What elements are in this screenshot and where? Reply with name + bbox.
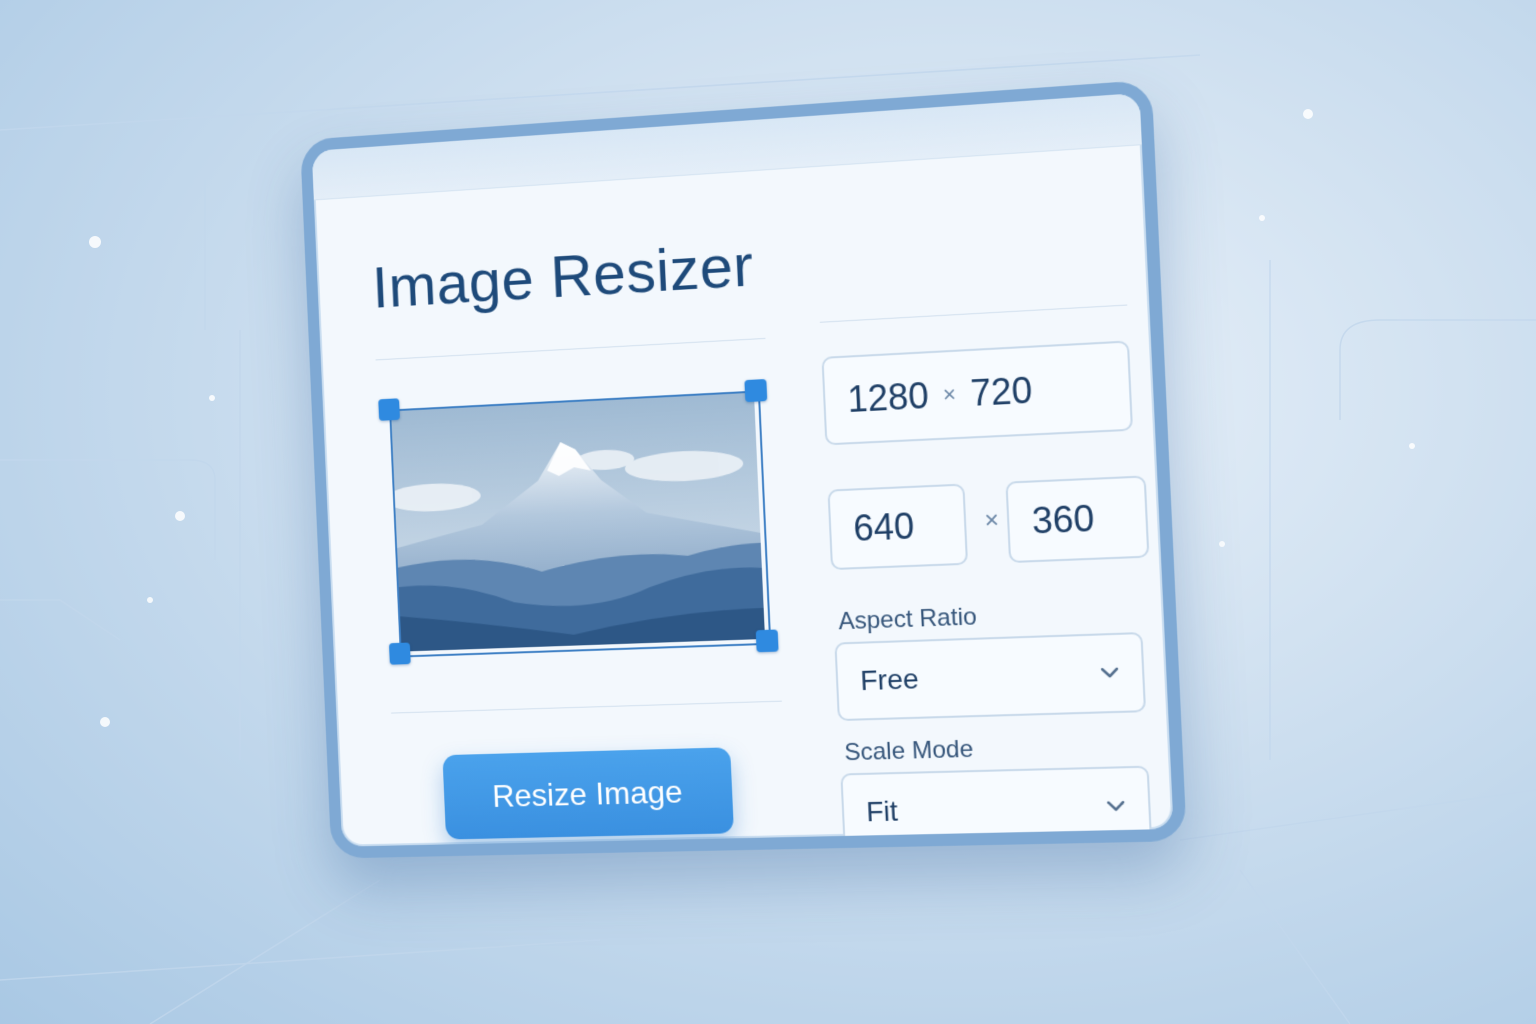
scale-mode-select[interactable]: Fit: [840, 765, 1153, 853]
image-preview[interactable]: [389, 390, 772, 658]
mountain-image: [391, 392, 766, 652]
times-icon: ×: [983, 506, 1000, 535]
height-input[interactable]: 360: [1005, 475, 1150, 564]
height-value: 360: [1031, 497, 1096, 542]
app-window: Image Resizer Resize Image 1280 × 720 64…: [299, 79, 1187, 859]
aspect-ratio-label: Aspect Ratio: [837, 603, 978, 636]
scale-mode-label: Scale Mode: [843, 735, 974, 767]
chevron-down-icon: [1106, 800, 1125, 813]
right-top-divider: [819, 304, 1128, 323]
window-panel: Image Resizer Resize Image 1280 × 720 64…: [299, 79, 1187, 859]
resize-image-button[interactable]: Resize Image: [442, 747, 734, 840]
chevron-down-icon: [1100, 667, 1119, 680]
resize-handle-bottom-left[interactable]: [388, 642, 411, 665]
original-height-value: 720: [969, 369, 1034, 415]
scale-mode-value: Fit: [865, 795, 899, 828]
page-title: Image Resizer: [370, 231, 755, 321]
width-input[interactable]: 640: [827, 483, 969, 571]
original-width-value: 1280: [846, 374, 930, 421]
window-title-bar: [311, 92, 1142, 201]
times-icon: ×: [942, 381, 957, 408]
right-column-divider: [1161, 575, 1176, 834]
preview-divider: [391, 700, 782, 714]
width-value: 640: [852, 505, 916, 550]
title-divider: [375, 337, 766, 361]
resize-handle-top-right[interactable]: [744, 378, 768, 403]
original-size-field[interactable]: 1280 × 720: [821, 340, 1134, 446]
aspect-ratio-value: Free: [859, 663, 920, 697]
resize-handle-top-left[interactable]: [378, 398, 400, 421]
resize-handle-bottom-right[interactable]: [755, 629, 779, 653]
aspect-ratio-select[interactable]: Free: [834, 631, 1147, 722]
